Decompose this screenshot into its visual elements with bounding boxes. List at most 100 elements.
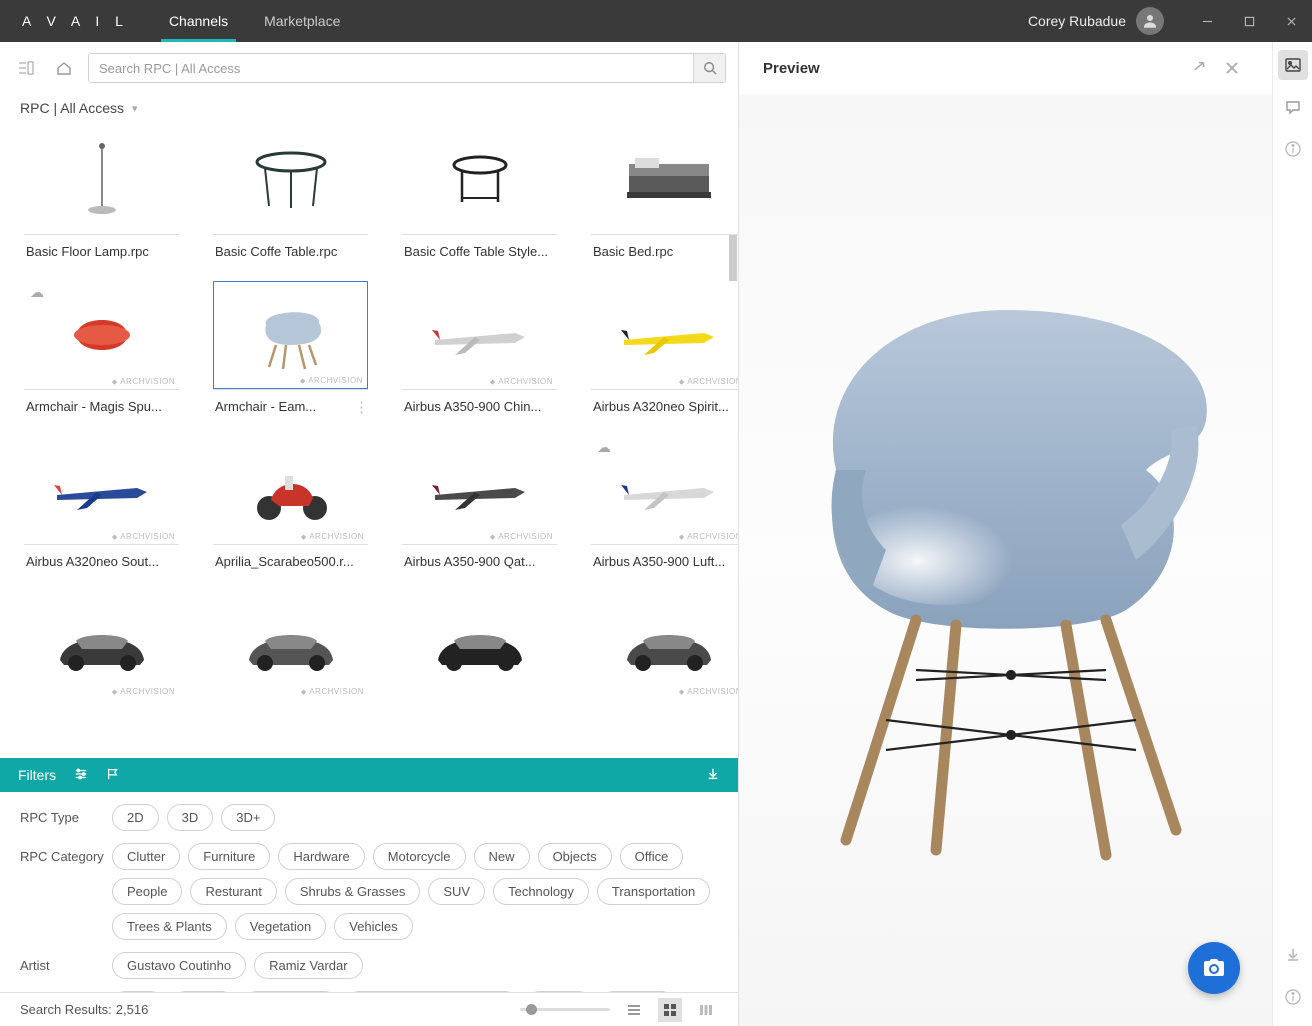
filter-pill[interactable]: Vehicles	[334, 913, 412, 940]
breadcrumb-text: RPC | All Access	[20, 100, 124, 116]
view-columns-icon[interactable]	[694, 998, 718, 1022]
more-icon[interactable]: ⋮	[354, 398, 368, 414]
rail-info-icon[interactable]	[1278, 982, 1308, 1012]
filter-pill[interactable]: Shrubs & Grasses	[285, 878, 421, 905]
asset-card[interactable]: ARCHVISIONAirbus A320neo Sout...	[24, 436, 179, 569]
filter-pill[interactable]: Clutter	[112, 843, 180, 870]
asset-thumbnail[interactable]: ARCHVISION	[213, 591, 368, 699]
cloud-icon: ☁	[30, 284, 44, 301]
nav-marketplace[interactable]: Marketplace	[246, 0, 358, 42]
asset-thumbnail[interactable]	[213, 126, 368, 234]
window-minimize[interactable]	[1186, 0, 1228, 42]
asset-card[interactable]: ARCHVISIONAirbus A320neo Spirit...	[591, 281, 738, 414]
cloud-icon: ☁	[597, 439, 611, 456]
asset-thumbnail[interactable]	[402, 591, 557, 699]
filter-pill[interactable]: People	[112, 878, 182, 905]
filter-pill[interactable]: Motorcycle	[373, 843, 466, 870]
asset-card[interactable]	[402, 591, 557, 699]
footer-bar: Search Results: 2,516	[0, 992, 738, 1026]
asset-card[interactable]: ARCHVISION	[24, 591, 179, 699]
breadcrumb[interactable]: RPC | All Access ▾	[0, 94, 738, 126]
filter-pill[interactable]: Transportation	[597, 878, 710, 905]
download-icon[interactable]	[706, 767, 720, 784]
close-preview-icon[interactable]	[1216, 52, 1248, 84]
asset-title: Basic Coffe Table Style...	[402, 234, 557, 259]
share-icon[interactable]	[1184, 52, 1216, 84]
filter-pill[interactable]: 3D	[167, 804, 214, 831]
filter-pill[interactable]: Gustavo Coutinho	[112, 952, 246, 979]
filter-pill[interactable]: Automobile	[243, 991, 338, 992]
filter-pill[interactable]: 3D+	[221, 804, 275, 831]
filter-pill[interactable]: Binders	[600, 991, 674, 992]
asset-title: Armchair - Magis Spu...	[24, 389, 179, 414]
asset-thumbnail[interactable]: ARCHVISION	[402, 281, 557, 389]
asset-card[interactable]: ARCHVISIONAirbus A350-900 Qat...	[402, 436, 557, 569]
comment-panel-icon[interactable]	[1278, 92, 1308, 122]
asset-thumbnail[interactable]: ARCHVISION	[402, 436, 557, 544]
filter-pill[interactable]: Ramiz Vardar	[254, 952, 363, 979]
asset-thumbnail[interactable]: ARCHVISION	[24, 436, 179, 544]
filter-pill[interactable]: Asian	[172, 991, 235, 992]
preview-image[interactable]	[739, 94, 1272, 1026]
search-button[interactable]	[693, 54, 725, 82]
asset-thumbnail[interactable]: ARCHVISION	[591, 281, 738, 389]
filter-pill[interactable]: SUV	[428, 878, 485, 905]
filter-pill[interactable]: Beetle	[526, 991, 593, 992]
home-icon[interactable]	[50, 54, 78, 82]
asset-card[interactable]: ARCHVISIONArmchair - Eam...⋮	[213, 281, 368, 414]
filter-group-label: Keyword	[20, 991, 112, 992]
watermark: ARCHVISION	[679, 532, 738, 541]
camera-fab[interactable]	[1188, 942, 1240, 994]
flag-icon[interactable]	[106, 767, 120, 784]
asset-card[interactable]: Basic Bed.rpc	[591, 126, 738, 259]
filter-pill[interactable]: Vegetation	[235, 913, 326, 940]
asset-card[interactable]: ARCHVISIONAprilia_Scarabeo500.r...	[213, 436, 368, 569]
filter-pill[interactable]: Hardware	[278, 843, 364, 870]
window-close[interactable]	[1270, 0, 1312, 42]
filter-pill[interactable]: Furniture	[188, 843, 270, 870]
asset-thumbnail[interactable]: ARCHVISION ☁	[591, 436, 738, 544]
asset-thumbnail[interactable]: ARCHVISION ☁	[24, 281, 179, 389]
view-list-icon[interactable]	[622, 998, 646, 1022]
eames-chair-render	[776, 250, 1236, 870]
zoom-slider[interactable]	[520, 1008, 610, 1011]
watermark: ARCHVISION	[112, 687, 175, 696]
list-toggle-icon[interactable]	[12, 54, 40, 82]
asset-thumbnail[interactable]	[402, 126, 557, 234]
asset-thumbnail[interactable]: ARCHVISION	[24, 591, 179, 699]
filter-pill[interactable]: Office	[620, 843, 684, 870]
asset-thumbnail[interactable]	[24, 126, 179, 234]
filter-pill[interactable]: Resturant	[190, 878, 276, 905]
asset-card[interactable]: Basic Coffe Table Style...	[402, 126, 557, 259]
asset-thumbnail[interactable]: ARCHVISION	[213, 436, 368, 544]
nav-channels[interactable]: Channels	[151, 0, 246, 42]
filter-pill[interactable]: New	[474, 843, 530, 870]
filter-pill[interactable]: Ash	[112, 991, 164, 992]
asset-thumbnail[interactable]: ARCHVISION	[213, 281, 368, 389]
watermark: ARCHVISION	[112, 377, 175, 386]
view-grid-icon[interactable]	[658, 998, 682, 1022]
filter-pill[interactable]: Bar & Restaurant Clutter	[346, 991, 518, 992]
asset-thumbnail[interactable]	[591, 126, 738, 234]
image-panel-icon[interactable]	[1278, 50, 1308, 80]
asset-card[interactable]: ARCHVISION ☁ Armchair - Magis Spu...	[24, 281, 179, 414]
asset-thumbnail[interactable]: ARCHVISION	[591, 591, 738, 699]
search-input[interactable]	[89, 54, 693, 82]
asset-card[interactable]: ARCHVISIONAirbus A350-900 Chin...	[402, 281, 557, 414]
filter-pill[interactable]: Technology	[493, 878, 589, 905]
rail-download-icon[interactable]	[1278, 940, 1308, 970]
app-logo: A V A I L	[0, 13, 151, 29]
filter-pill[interactable]: Objects	[538, 843, 612, 870]
info-panel-icon[interactable]	[1278, 134, 1308, 164]
filter-settings-icon[interactable]	[74, 767, 88, 784]
asset-card[interactable]: Basic Coffe Table.rpc	[213, 126, 368, 259]
watermark: ARCHVISION	[301, 687, 364, 696]
filter-pill[interactable]: Trees & Plants	[112, 913, 227, 940]
asset-card[interactable]: ARCHVISION	[591, 591, 738, 699]
asset-card[interactable]: Basic Floor Lamp.rpc	[24, 126, 179, 259]
asset-card[interactable]: ARCHVISION	[213, 591, 368, 699]
asset-card[interactable]: ARCHVISION☁Airbus A350-900 Luft...	[591, 436, 738, 569]
window-maximize[interactable]	[1228, 0, 1270, 42]
filter-pill[interactable]: 2D	[112, 804, 159, 831]
user-avatar[interactable]	[1136, 7, 1164, 35]
